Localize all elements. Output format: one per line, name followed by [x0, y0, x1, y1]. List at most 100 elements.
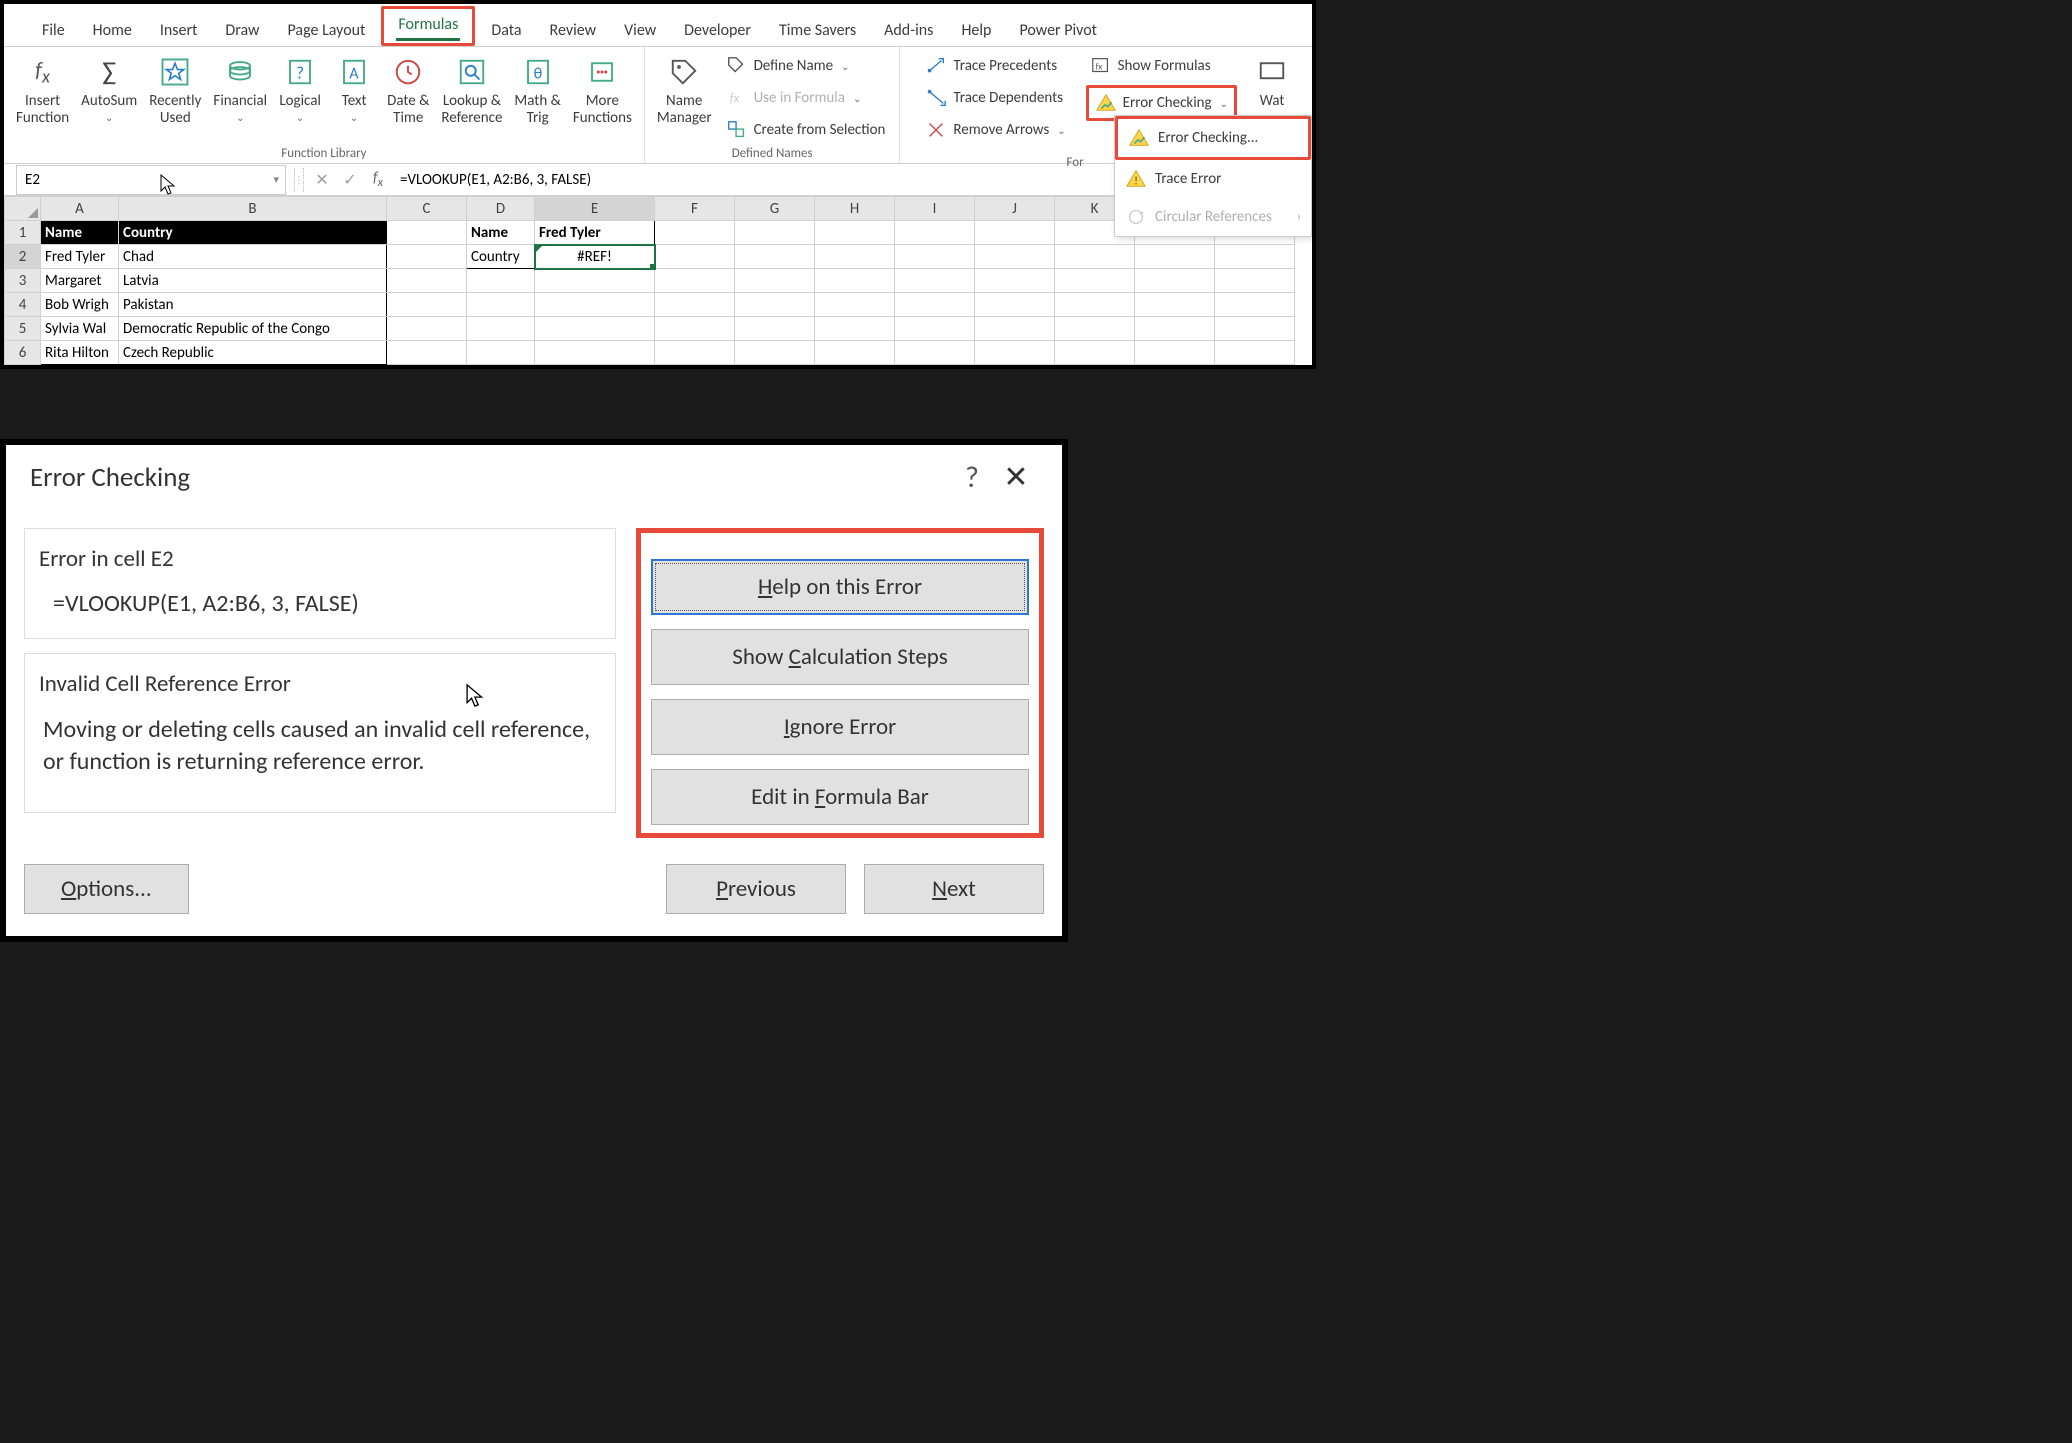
tab-developer[interactable]: Developer	[670, 13, 765, 46]
cell-E1[interactable]: Fred Tyler	[535, 221, 655, 245]
dropdown-trace-error[interactable]: ! Trace Error	[1115, 160, 1311, 198]
options-button[interactable]: Options...	[24, 864, 189, 914]
selection-icon	[726, 119, 748, 141]
create-from-selection-button[interactable]: Create from Selection	[722, 117, 890, 143]
cell-E2-selected[interactable]: #REF!	[535, 245, 655, 269]
dialog-close-button[interactable]: ✕	[994, 459, 1038, 496]
tab-formulas[interactable]: Formulas	[396, 13, 460, 41]
help-on-error-button[interactable]: Help on this Error	[651, 559, 1029, 615]
tab-time-savers[interactable]: Time Savers	[765, 13, 870, 46]
clock-icon	[393, 57, 423, 87]
excel-window: File Home Insert Draw Page Layout Formul…	[0, 0, 1316, 369]
fx-button[interactable]: fx	[364, 169, 392, 190]
show-calculation-steps-button[interactable]: Show Calculation Steps	[651, 629, 1029, 685]
chevron-down-icon[interactable]: ▾	[273, 173, 279, 186]
select-all-corner[interactable]	[5, 197, 41, 221]
tab-file[interactable]: File	[28, 13, 79, 46]
cell-B1[interactable]: Country	[119, 221, 387, 245]
col-header-I[interactable]: I	[895, 197, 975, 221]
date-time-button[interactable]: Date & Time	[381, 51, 435, 128]
next-button[interactable]: Next	[864, 864, 1044, 914]
previous-button[interactable]: Previous	[666, 864, 846, 914]
tab-review[interactable]: Review	[536, 13, 611, 46]
error-info-box: Error in cell E2 =VLOOKUP(E1, A2:B6, 3, …	[24, 528, 616, 639]
cell-A5[interactable]: Sylvia Wal	[41, 317, 119, 341]
cell-A3[interactable]: Margaret	[41, 269, 119, 293]
tab-home[interactable]: Home	[79, 13, 146, 46]
more-functions-button[interactable]: More Functions	[567, 51, 638, 128]
theta-icon: θ	[523, 57, 553, 87]
autosum-button[interactable]: ∑ AutoSum ⌄	[75, 51, 143, 124]
error-formula: =VLOOKUP(E1, A2:B6, 3, FALSE)	[39, 589, 601, 618]
col-header-J[interactable]: J	[975, 197, 1055, 221]
sigma-icon: ∑	[102, 57, 116, 87]
tab-power-pivot[interactable]: Power Pivot	[1005, 13, 1111, 46]
text-button[interactable]: A Text ⌄	[327, 51, 381, 124]
ignore-error-button[interactable]: Ignore Error	[651, 699, 1029, 755]
tab-draw[interactable]: Draw	[211, 13, 273, 46]
name-manager-button[interactable]: Name Manager	[651, 51, 718, 128]
cell-B5[interactable]: Democratic Republic of the Congo	[119, 317, 387, 341]
lookup-reference-button[interactable]: Lookup & Reference	[435, 51, 508, 128]
cell-D1[interactable]: Name	[467, 221, 535, 245]
col-header-C[interactable]: C	[387, 197, 467, 221]
show-formulas-button[interactable]: fx Show Formulas	[1086, 53, 1237, 79]
remove-arrows-button[interactable]: Remove Arrows⌄	[921, 117, 1069, 143]
tag-icon	[669, 57, 699, 87]
trace-dependents-button[interactable]: Trace Dependents	[921, 85, 1069, 111]
cell-A6[interactable]: Rita Hilton	[41, 341, 119, 365]
financial-button[interactable]: Financial ⌄	[207, 51, 273, 124]
cancel-formula-button: ✕	[308, 170, 336, 190]
tab-data[interactable]: Data	[477, 13, 535, 46]
row-header-6[interactable]: 6	[5, 341, 41, 365]
cell-B3[interactable]: Latvia	[119, 269, 387, 293]
row-header-3[interactable]: 3	[5, 269, 41, 293]
cell-B4[interactable]: Pakistan	[119, 293, 387, 317]
trace-precedents-button[interactable]: Trace Precedents	[921, 53, 1069, 79]
row-header-2[interactable]: 2	[5, 245, 41, 269]
tab-insert[interactable]: Insert	[146, 13, 212, 46]
recently-used-button[interactable]: Recently Used	[143, 51, 207, 128]
tab-page-layout[interactable]: Page Layout	[274, 13, 380, 46]
watch-icon	[1257, 57, 1287, 87]
watch-window-button-partial[interactable]: Wat	[1249, 51, 1295, 110]
logical-button[interactable]: ? Logical ⌄	[273, 51, 327, 124]
search-icon	[457, 57, 487, 87]
col-header-H[interactable]: H	[815, 197, 895, 221]
cell-D2[interactable]: Country	[467, 245, 535, 269]
insert-function-button[interactable]: fx Insert Function	[10, 51, 75, 128]
cell-C1[interactable]	[387, 221, 467, 245]
formula-bar-gripper[interactable]: ⋮	[294, 168, 304, 192]
col-header-B[interactable]: B	[119, 197, 387, 221]
cell-B6[interactable]: Czech Republic	[119, 341, 387, 365]
define-name-button[interactable]: Define Name⌄	[722, 53, 890, 79]
row-header-4[interactable]: 4	[5, 293, 41, 317]
cell-B2[interactable]: Chad	[119, 245, 387, 269]
math-trig-button[interactable]: θ Math & Trig	[508, 51, 566, 128]
cell-A4[interactable]: Bob Wrigh	[41, 293, 119, 317]
dialog-actions-highlight: Help on this Error Show Calculation Step…	[636, 528, 1044, 838]
dropdown-error-checking[interactable]: Error Checking...	[1118, 119, 1308, 157]
col-header-A[interactable]: A	[41, 197, 119, 221]
name-box[interactable]: E2 ▾	[16, 165, 286, 195]
col-header-G[interactable]: G	[735, 197, 815, 221]
fx-small-icon: fx	[726, 87, 748, 109]
cell-A2[interactable]: Fred Tyler	[41, 245, 119, 269]
cell-C2[interactable]	[387, 245, 467, 269]
col-header-F[interactable]: F	[655, 197, 735, 221]
dialog-title: Error Checking	[30, 461, 950, 494]
svg-text:A: A	[349, 64, 359, 83]
dependents-icon	[925, 87, 947, 109]
cell-F1[interactable]	[655, 221, 735, 245]
tab-view[interactable]: View	[610, 13, 670, 46]
dialog-help-button[interactable]: ?	[950, 459, 994, 496]
col-header-D[interactable]: D	[467, 197, 535, 221]
row-header-5[interactable]: 5	[5, 317, 41, 341]
row-header-1[interactable]: 1	[5, 221, 41, 245]
cell-A1[interactable]: Name	[41, 221, 119, 245]
tab-add-ins[interactable]: Add-ins	[870, 13, 947, 46]
error-checking-dropdown: Error Checking... ! Trace Error Circular…	[1114, 115, 1312, 237]
col-header-E[interactable]: E	[535, 197, 655, 221]
edit-in-formula-bar-button[interactable]: Edit in Formula Bar	[651, 769, 1029, 825]
tab-help[interactable]: Help	[947, 13, 1005, 46]
